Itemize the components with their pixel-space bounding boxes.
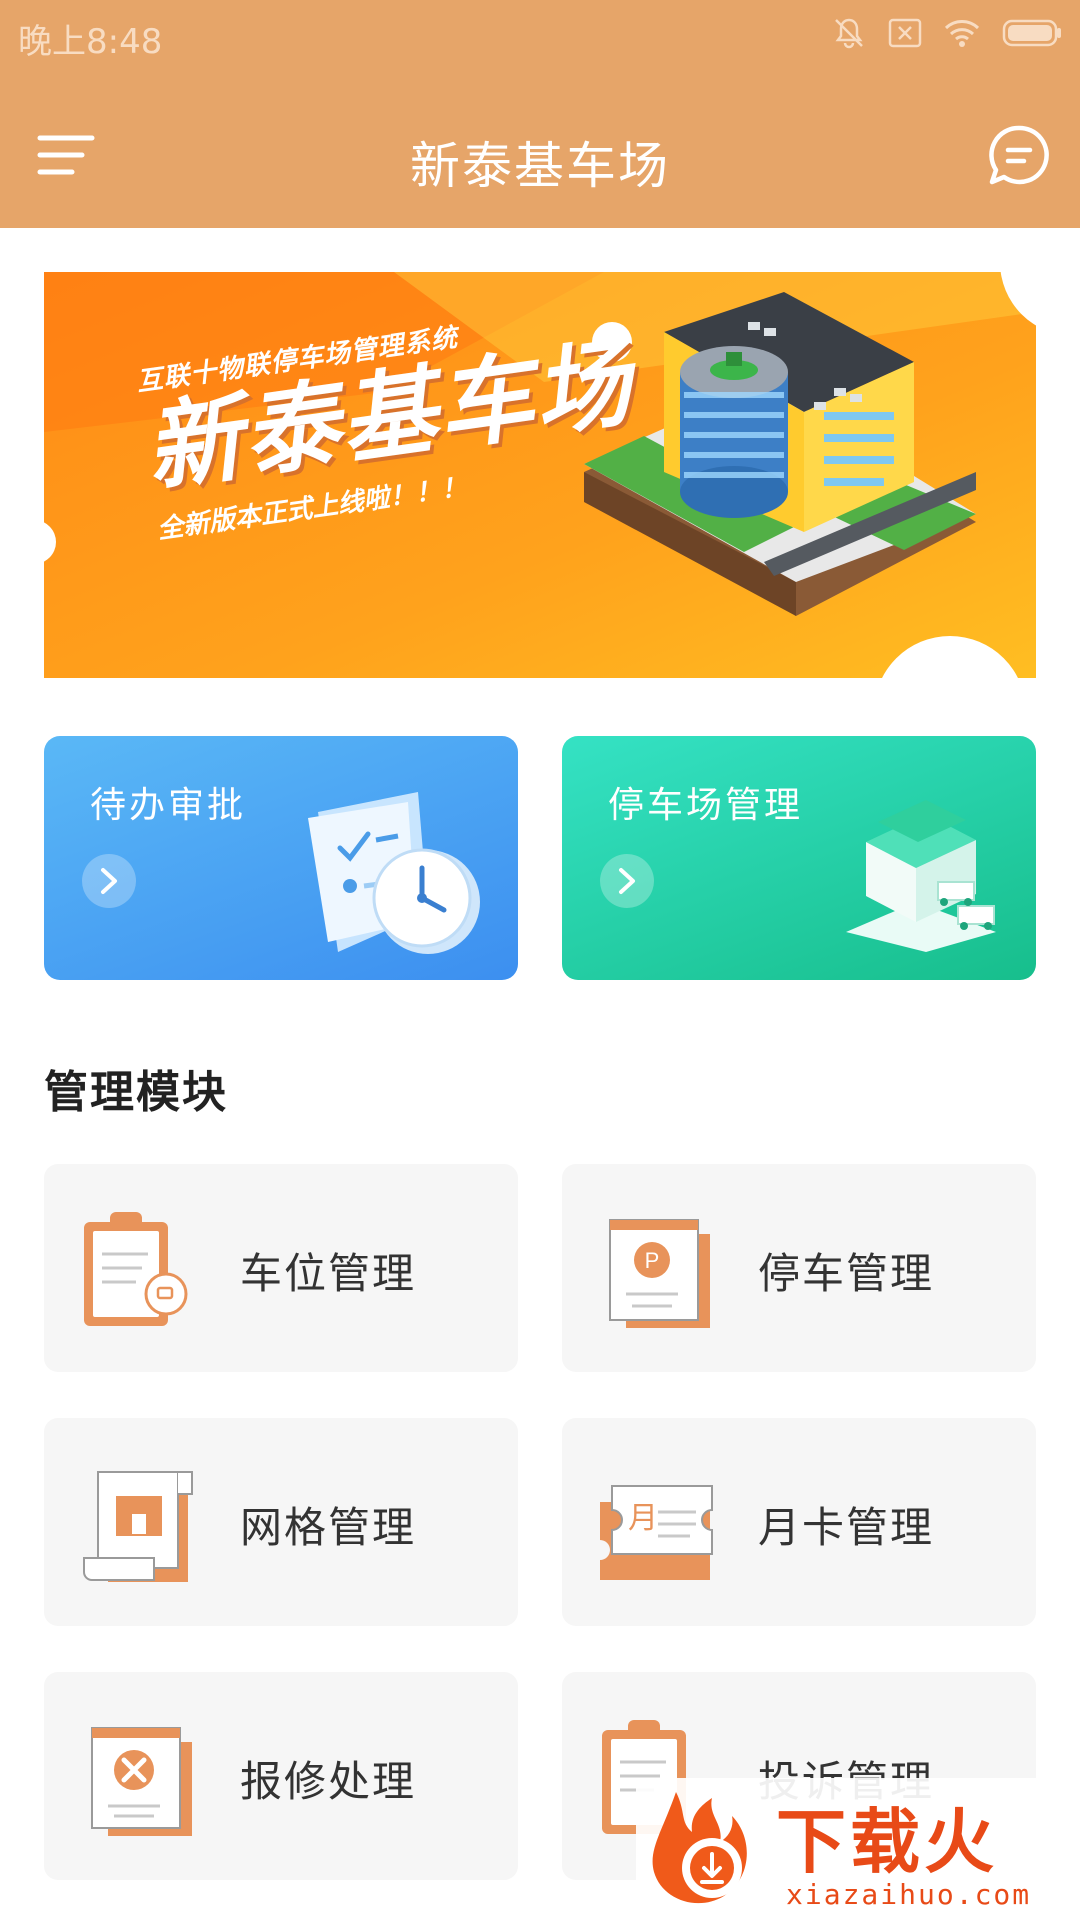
watermark: 下载火 xiazaihuo.com bbox=[636, 1778, 1080, 1920]
monthly-ticket-icon: 月 bbox=[600, 1485, 713, 1580]
watermark-brand: 下载火 bbox=[776, 1801, 998, 1883]
store-scroll-icon bbox=[83, 1471, 193, 1582]
mute-icon bbox=[835, 18, 863, 49]
wifi-icon bbox=[944, 20, 980, 47]
promo-banner[interactable]: 互联十物联停车场管理系统 新泰基车场 全新版本正式上线啦！！！ bbox=[44, 272, 1036, 678]
tile-label: 车位管理 bbox=[240, 1249, 417, 1298]
grid-management-tile[interactable]: 网格管理 bbox=[44, 1418, 518, 1626]
repair-handling-tile[interactable]: 报修处理 bbox=[44, 1672, 518, 1880]
tile-label: 停车管理 bbox=[758, 1249, 935, 1298]
message-button[interactable] bbox=[988, 124, 1050, 186]
arrow-right-icon[interactable] bbox=[82, 854, 136, 908]
tile-label: 报修处理 bbox=[240, 1757, 417, 1806]
sim-off-icon bbox=[888, 18, 922, 48]
monthly-ticket-icon-label: 月 bbox=[628, 1501, 658, 1536]
quick-card-label: 待办审批 bbox=[90, 785, 247, 826]
clock-document-icon bbox=[308, 792, 480, 954]
battery-icon bbox=[1002, 19, 1061, 47]
parking-management-tile[interactable]: P 停车管理 bbox=[562, 1164, 1036, 1372]
parking-space-management-tile[interactable]: 车位管理 bbox=[44, 1164, 518, 1372]
flame-logo-icon bbox=[652, 1792, 747, 1904]
repair-tools-icon bbox=[91, 1727, 192, 1836]
page-title: 新泰基车场 bbox=[410, 137, 670, 195]
parking-lot-management-card[interactable]: 停车场管理 bbox=[562, 736, 1036, 980]
monthly-card-management-tile[interactable]: 月 月卡管理 bbox=[562, 1418, 1036, 1626]
parking-document-icon: P bbox=[609, 1219, 710, 1328]
arrow-right-icon[interactable] bbox=[600, 854, 654, 908]
tile-label: 月卡管理 bbox=[758, 1503, 935, 1552]
status-icons bbox=[832, 16, 1062, 50]
message-icon bbox=[989, 125, 1049, 185]
quick-card-label: 停车场管理 bbox=[608, 785, 804, 826]
tile-label: 网格管理 bbox=[240, 1503, 417, 1552]
pending-approval-card[interactable]: 待办审批 bbox=[44, 736, 518, 980]
clipboard-icon bbox=[84, 1212, 188, 1326]
svg-text:P: P bbox=[645, 1248, 660, 1273]
watermark-url: xiazaihuo.com bbox=[786, 1878, 1032, 1911]
status-time: 晚上8:48 bbox=[18, 22, 163, 62]
section-title: 管理模块 bbox=[44, 1067, 228, 1118]
app-header: 晚上8:48 新泰基车场 bbox=[0, 0, 1080, 228]
warehouse-trucks-icon bbox=[846, 800, 996, 952]
